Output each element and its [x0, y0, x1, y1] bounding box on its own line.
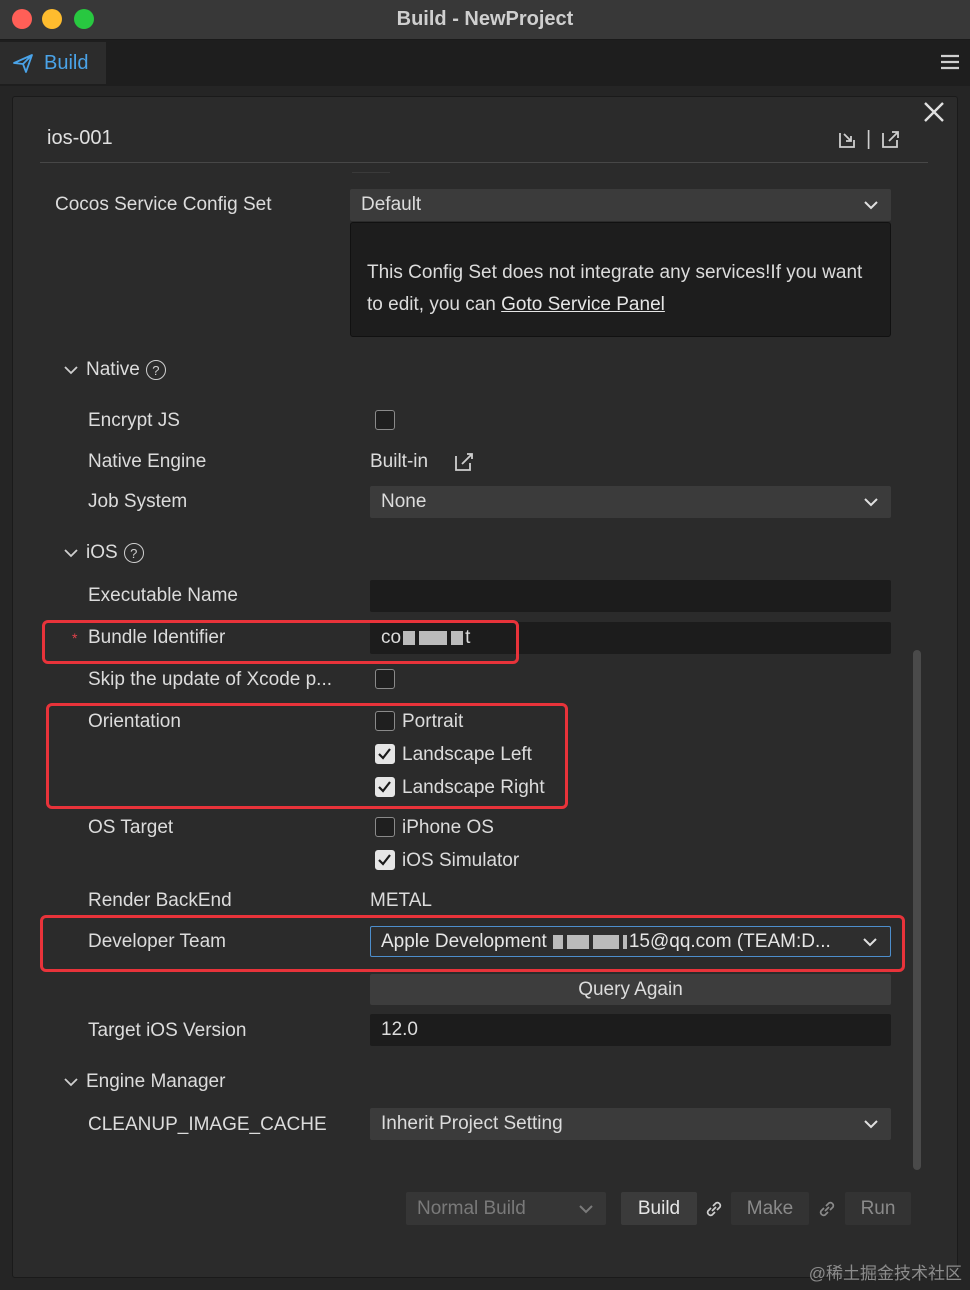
service-config-label: Cocos Service Config Set	[55, 194, 272, 215]
highlight-box-bundle-identifier	[42, 620, 519, 664]
build-mode-value: Normal Build	[417, 1197, 526, 1219]
cleanup-image-cache-select[interactable]: Inherit Project Setting	[370, 1108, 891, 1140]
help-icon[interactable]: ?	[123, 543, 144, 563]
tab-bar: Build	[0, 40, 970, 86]
header-actions: |	[836, 128, 901, 151]
run-button[interactable]: Run	[845, 1192, 911, 1225]
make-button[interactable]: Make	[731, 1192, 809, 1225]
highlight-box-developer-team	[40, 915, 905, 972]
chevron-down-icon	[579, 1205, 593, 1214]
header-divider: |	[866, 128, 872, 150]
ios-simulator-checkbox[interactable]	[375, 850, 395, 870]
chevron-down-icon	[864, 201, 878, 210]
ios-section-header[interactable]: iOS ?	[62, 542, 144, 564]
ios-simulator-label: iOS Simulator	[402, 850, 520, 871]
job-system-select[interactable]: None	[370, 486, 891, 518]
native-engine-label: Native Engine	[88, 451, 207, 472]
service-config-value: Default	[361, 194, 422, 215]
close-icon[interactable]	[922, 100, 946, 124]
render-backend-value: METAL	[370, 890, 432, 911]
link-icon[interactable]	[816, 1198, 838, 1220]
job-system-label: Job System	[88, 491, 188, 512]
os-target-label: OS Target	[88, 817, 174, 838]
cleanup-image-cache-value: Inherit Project Setting	[381, 1113, 563, 1134]
chevron-down-icon	[864, 1120, 878, 1129]
title-bar: Build - NewProject	[0, 0, 970, 40]
edit-icon[interactable]	[453, 451, 475, 473]
export-icon[interactable]	[879, 129, 901, 151]
target-ios-version-input[interactable]: 12.0	[370, 1014, 891, 1046]
native-engine-value: Built-in	[370, 451, 429, 472]
encrypt-js-label: Encrypt JS	[88, 410, 180, 431]
executable-name-label: Executable Name	[88, 585, 238, 606]
tab-build[interactable]: Build	[0, 42, 106, 84]
hamburger-menu-icon[interactable]	[940, 52, 960, 72]
checkmark-icon	[378, 854, 391, 866]
engine-manager-section-label: Engine Manager	[86, 1071, 226, 1092]
target-ios-version-label: Target iOS Version	[88, 1020, 247, 1041]
iphone-os-checkbox[interactable]	[375, 817, 395, 837]
build-button[interactable]: Build	[621, 1192, 697, 1225]
executable-name-input[interactable]	[370, 580, 891, 612]
service-notice: This Config Set does not integrate any s…	[350, 222, 891, 337]
help-icon[interactable]: ?	[145, 360, 166, 380]
native-section-header[interactable]: Native ?	[62, 359, 166, 381]
watermark: @稀土掘金技术社区	[808, 1264, 962, 1283]
service-config-select[interactable]: Default	[350, 189, 891, 221]
chevron-down-icon	[64, 366, 78, 375]
tab-build-label: Build	[44, 51, 89, 74]
native-section-label: Native	[86, 359, 140, 380]
build-mode-select[interactable]: Normal Build	[406, 1192, 606, 1225]
header-divider-line-secondary	[352, 172, 390, 173]
render-backend-label: Render BackEnd	[88, 890, 232, 911]
encrypt-js-checkbox[interactable]	[375, 410, 395, 430]
engine-manager-section-header[interactable]: Engine Manager	[62, 1071, 225, 1093]
highlight-box-orientation	[46, 703, 568, 809]
chevron-down-icon	[864, 498, 878, 507]
panel-title: ios-001	[47, 127, 113, 149]
link-icon[interactable]	[703, 1198, 725, 1220]
header-divider-line	[40, 162, 928, 163]
chevron-down-icon	[64, 1078, 78, 1087]
skip-xcode-label: Skip the update of Xcode p...	[88, 669, 333, 690]
window-title: Build - NewProject	[396, 8, 574, 30]
cleanup-image-cache-label: CLEANUP_IMAGE_CACHE	[88, 1114, 327, 1135]
skip-xcode-checkbox[interactable]	[375, 669, 395, 689]
ios-section-label: iOS	[86, 542, 118, 563]
import-icon[interactable]	[836, 129, 858, 151]
query-again-button[interactable]: Query Again	[370, 974, 891, 1005]
send-icon	[13, 54, 33, 73]
chevron-down-icon	[64, 549, 78, 558]
scrollbar[interactable]	[913, 650, 921, 1170]
job-system-value: None	[381, 491, 427, 512]
goto-service-panel-link[interactable]: Goto Service Panel	[501, 294, 665, 315]
iphone-os-label: iPhone OS	[402, 817, 494, 838]
